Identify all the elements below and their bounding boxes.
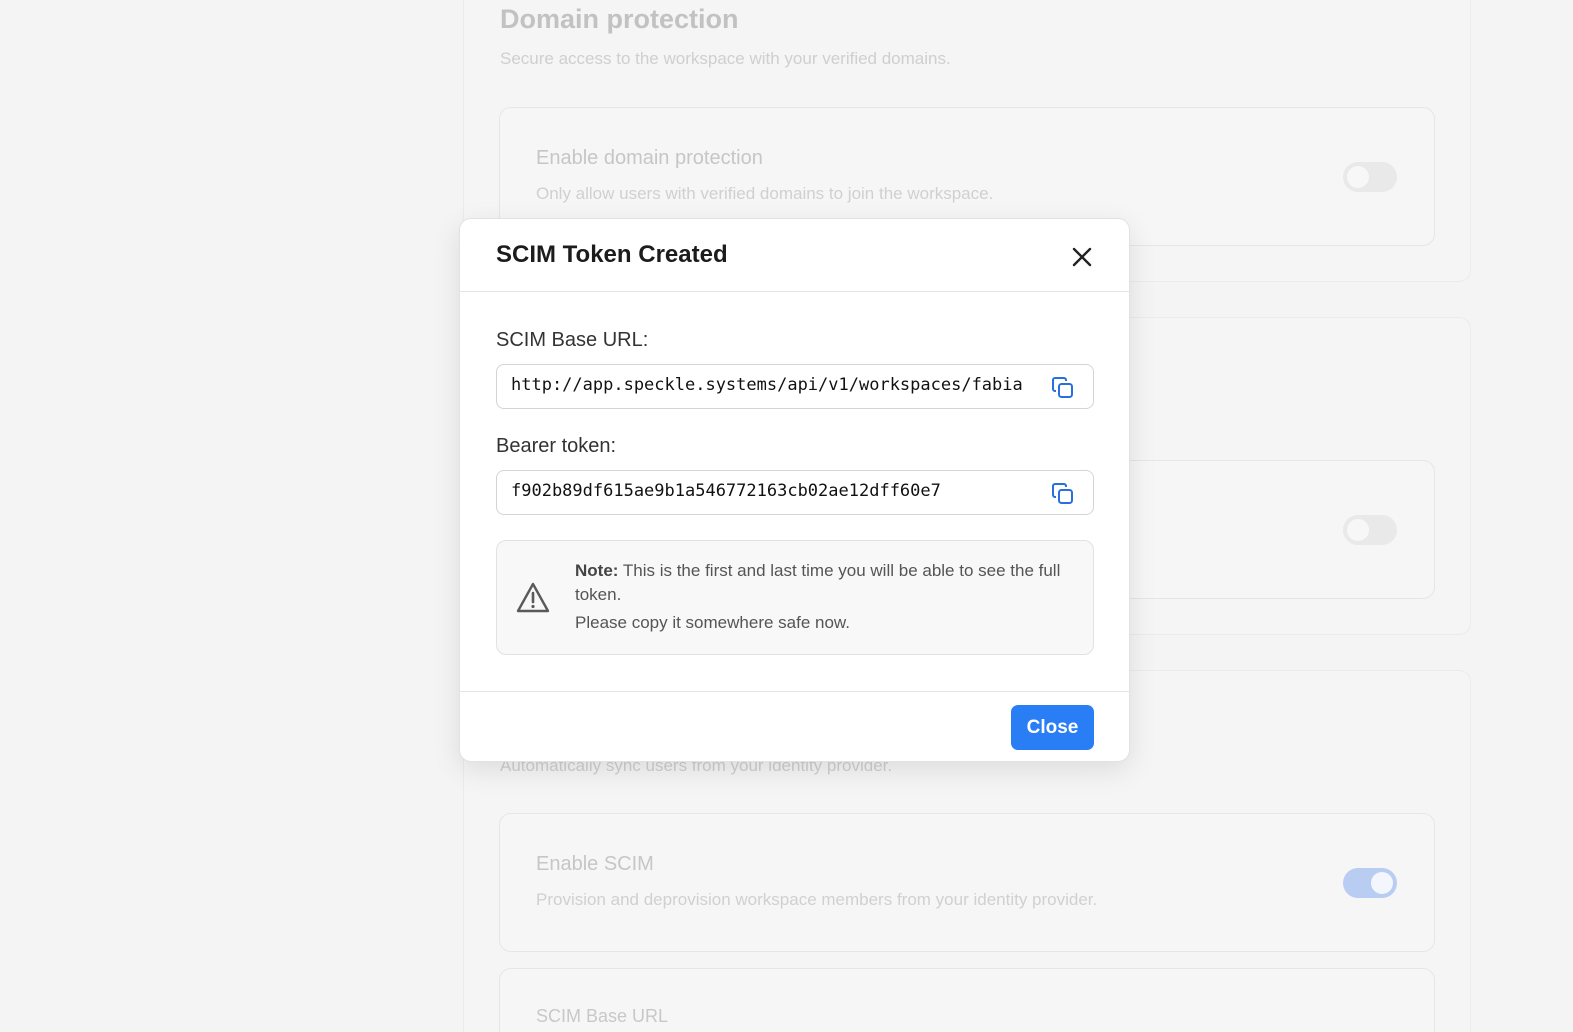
enable-scim-description: Provision and deprovision workspace memb…: [536, 890, 1098, 909]
base-url-value[interactable]: http://app.speckle.systems/api/v1/worksp…: [511, 375, 1041, 395]
close-button[interactable]: Close: [1011, 705, 1094, 750]
base-url-field[interactable]: http://app.speckle.systems/api/v1/worksp…: [496, 364, 1094, 409]
copy-icon[interactable]: [1050, 375, 1076, 401]
toggle-knob: [1347, 166, 1369, 188]
dialog-footer: Close: [460, 691, 1129, 763]
toggle-knob: [1371, 872, 1393, 894]
note-label: Note:: [575, 561, 619, 580]
enable-scim-toggle[interactable]: [1343, 868, 1397, 898]
scim-base-url-title: SCIM Base URL: [536, 1006, 669, 1026]
base-url-label: SCIM Base URL:: [496, 329, 649, 351]
dialog-header: SCIM Token Created: [460, 219, 1129, 292]
warning-triangle-icon: [515, 581, 551, 615]
bearer-token-label: Bearer token:: [496, 435, 617, 457]
domain-protection-toggle[interactable]: [1343, 162, 1397, 192]
close-icon[interactable]: [1068, 243, 1096, 271]
enable-scim-title: Enable SCIM: [536, 853, 654, 875]
copy-icon[interactable]: [1050, 481, 1076, 507]
middle-toggle[interactable]: [1343, 515, 1397, 545]
domain-protection-title: Enable domain protection: [536, 147, 763, 169]
bearer-token-value[interactable]: f902b89df615ae9b1a546772163cb02ae12dff60…: [511, 481, 1041, 501]
toggle-knob: [1347, 519, 1369, 541]
token-warning-note: Note: This is the first and last time yo…: [496, 540, 1094, 655]
note-text: Note: This is the first and last time yo…: [575, 559, 1075, 607]
bearer-token-field[interactable]: f902b89df615ae9b1a546772163cb02ae12dff60…: [496, 470, 1094, 515]
domain-section-title: Domain protection: [500, 4, 739, 34]
domain-section-description: Secure access to the workspace with your…: [500, 49, 951, 68]
note-message: This is the first and last time you will…: [575, 561, 1061, 604]
enable-scim-card: [499, 813, 1435, 952]
dialog-title: SCIM Token Created: [496, 241, 728, 268]
note-instruction: Please copy it somewhere safe now.: [575, 613, 850, 632]
scim-token-dialog: SCIM Token Created SCIM Base URL: http:/…: [459, 218, 1130, 762]
domain-protection-description: Only allow users with verified domains t…: [536, 184, 994, 203]
